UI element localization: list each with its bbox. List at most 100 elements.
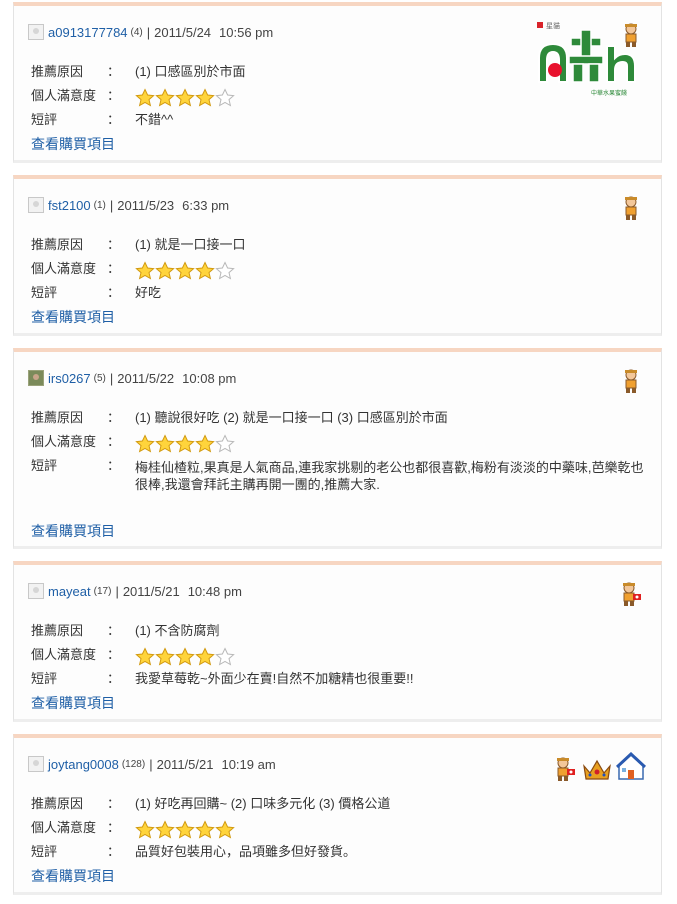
avatar[interactable] xyxy=(28,756,44,772)
comment-label: 短評 xyxy=(31,458,58,473)
username-link[interactable]: joytang0008 xyxy=(48,757,119,772)
star-filled-icon xyxy=(175,261,195,280)
logo-brand-text: 中華水果蜜餞 xyxy=(591,89,627,97)
star-filled-icon xyxy=(135,434,155,453)
colon: ： xyxy=(107,285,121,300)
star-filled-icon xyxy=(175,434,195,453)
avatar[interactable] xyxy=(28,197,44,213)
star-filled-icon xyxy=(155,647,175,666)
review-header: fst2100 (1) | 2011/5/23 6:33 pm xyxy=(28,196,229,214)
brand-logo: 星貓 中華水果蜜餞 xyxy=(533,20,641,100)
colon: ： xyxy=(107,844,121,859)
review-count: (5) xyxy=(93,372,106,384)
avatar[interactable] xyxy=(28,24,44,40)
review-time: 10:19 am xyxy=(221,756,276,772)
review-header: mayeat (17) | 2011/5/21 10:48 pm xyxy=(28,582,242,600)
review-date: 2011/5/23 xyxy=(117,197,175,213)
review-count: (1) xyxy=(93,199,106,211)
reason-label: 推薦原因 xyxy=(31,623,84,638)
review-time: 10:48 pm xyxy=(187,583,242,599)
colon: ： xyxy=(107,623,121,638)
star-empty-icon xyxy=(215,434,235,453)
satisfaction-label: 個人滿意度 xyxy=(31,88,97,103)
separator: | xyxy=(109,197,114,213)
colon: ： xyxy=(107,88,121,103)
satisfaction-label: 個人滿意度 xyxy=(31,434,97,449)
username-link[interactable]: mayeat xyxy=(48,584,91,599)
separator: | xyxy=(149,756,153,772)
view-items-link[interactable]: 查看購買項目 xyxy=(31,866,115,886)
reason-label: 推薦原因 xyxy=(31,410,84,425)
satisfaction-label: 個人滿意度 xyxy=(31,261,97,276)
star-rating xyxy=(135,647,235,666)
review-time: 6:33 pm xyxy=(182,197,230,213)
star-filled-icon xyxy=(135,647,155,666)
star-filled-icon xyxy=(135,261,155,280)
star-rating xyxy=(135,261,235,280)
star-filled-icon xyxy=(135,88,155,107)
review-card: joytang0008 (128) | 2011/5/21 10:19 am 推… xyxy=(13,734,662,895)
star-filled-icon xyxy=(195,647,215,666)
star-empty-icon xyxy=(215,88,235,107)
reason-value: (1) 聽說很好吃 (2) 就是一口接一口 (3) 口感區別於市面 xyxy=(135,410,448,425)
avatar[interactable] xyxy=(28,370,44,386)
view-items-link[interactable]: 查看購買項目 xyxy=(31,521,115,541)
colon: ： xyxy=(107,820,121,835)
star-filled-icon xyxy=(175,820,195,839)
separator: | xyxy=(109,370,114,386)
view-items-link[interactable]: 查看購買項目 xyxy=(31,693,115,713)
review-header: irs0267 (5) | 2011/5/22 10:08 pm xyxy=(28,369,236,387)
comment-label: 短評 xyxy=(31,112,58,127)
username-link[interactable]: fst2100 xyxy=(48,198,91,213)
view-items-link[interactable]: 查看購買項目 xyxy=(31,134,115,154)
review-count: (4) xyxy=(130,26,143,38)
review-count: (17) xyxy=(93,585,112,597)
reason-label: 推薦原因 xyxy=(31,64,84,79)
review-header: a0913177784 (4) | 2011/5/24 10:56 pm xyxy=(28,23,273,41)
review-date: 2011/5/22 xyxy=(117,370,175,386)
person-icon xyxy=(622,368,640,397)
colon: ： xyxy=(107,458,121,473)
star-filled-icon xyxy=(175,88,195,107)
star-filled-icon xyxy=(195,88,215,107)
star-rating xyxy=(135,434,235,453)
comment-label: 短評 xyxy=(31,671,58,686)
colon: ： xyxy=(107,64,121,79)
comment-value: 我愛草莓乾~外面少在賣!自然不加糖精也很重要!! xyxy=(135,671,414,686)
review-header: joytang0008 (128) | 2011/5/21 10:19 am xyxy=(28,755,276,773)
star-filled-icon xyxy=(135,820,155,839)
username-link[interactable]: irs0267 xyxy=(48,371,91,386)
star-filled-icon xyxy=(195,434,215,453)
colon: ： xyxy=(107,647,121,662)
colon: ： xyxy=(107,112,121,127)
star-empty-icon xyxy=(215,261,235,280)
person-icon xyxy=(622,195,640,224)
star-rating xyxy=(135,88,235,107)
person-flag-icon xyxy=(620,581,642,610)
review-count: (128) xyxy=(121,758,146,770)
colon: ： xyxy=(107,434,121,449)
colon: ： xyxy=(107,671,121,686)
crown-icon xyxy=(582,758,612,785)
star-rating xyxy=(135,820,235,839)
reason-value: (1) 不含防腐劑 xyxy=(135,623,220,638)
username-link[interactable]: a0913177784 xyxy=(48,25,128,40)
view-items-link[interactable]: 查看購買項目 xyxy=(31,307,115,327)
review-date: 2011/5/21 xyxy=(156,756,214,772)
reason-value: (1) 就是一口接一口 xyxy=(135,237,246,252)
comment-value: 好吃 xyxy=(135,285,162,300)
person-flag-icon xyxy=(554,756,576,785)
star-filled-icon xyxy=(175,647,195,666)
colon: ： xyxy=(107,410,121,425)
review-time: 10:08 pm xyxy=(182,370,237,386)
comment-value: 不錯^^ xyxy=(135,112,174,127)
colon: ： xyxy=(107,261,121,276)
avatar[interactable] xyxy=(28,583,44,599)
colon: ： xyxy=(107,237,121,252)
logo-top-text: 星貓 xyxy=(546,21,560,30)
review-date: 2011/5/21 xyxy=(122,583,180,599)
separator: | xyxy=(115,583,119,599)
comment-value: 梅桂仙楂粒,果真是人氣商品,連我家挑剔的老公也都很喜歡,梅粉有淡淡的中藥味,芭樂… xyxy=(135,460,644,492)
star-filled-icon xyxy=(155,261,175,280)
review-card: fst2100 (1) | 2011/5/23 6:33 pm 推薦原因 ： (… xyxy=(13,175,662,336)
